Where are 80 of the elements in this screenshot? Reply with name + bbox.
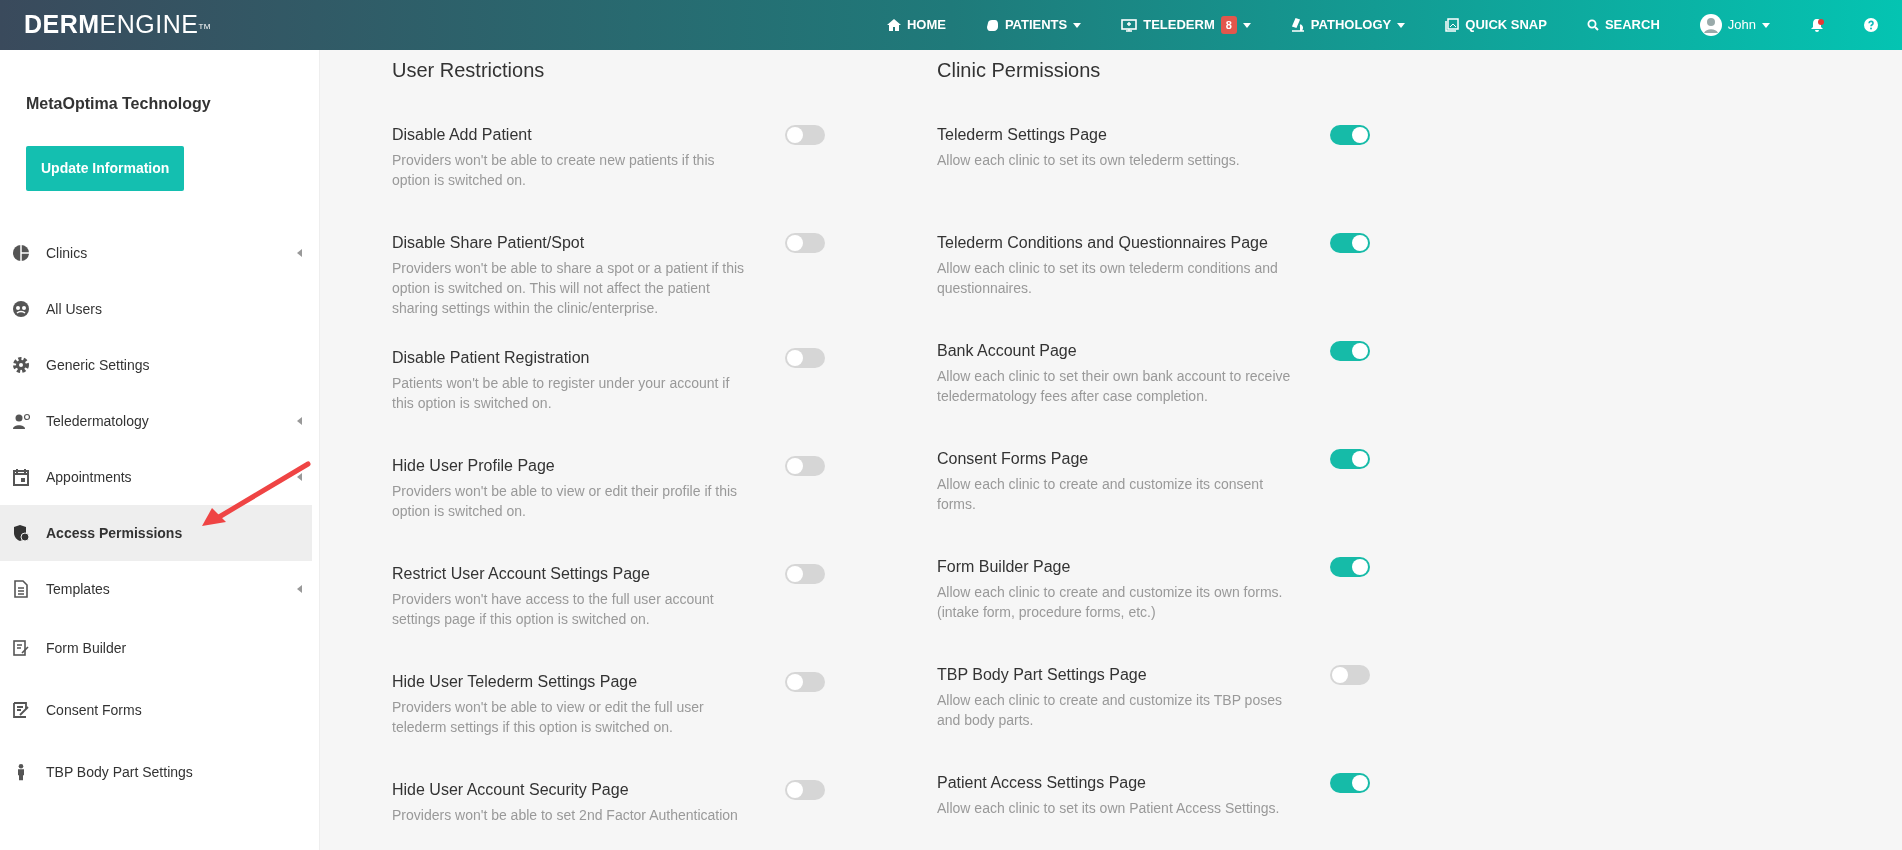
toggle-switch[interactable] bbox=[1330, 665, 1370, 685]
nav-link[interactable]: PATIENTS bbox=[985, 15, 1082, 35]
edit-document-icon bbox=[12, 639, 30, 657]
setting-description: Allow each clinic to set its own Patient Access Settings. bbox=[937, 799, 1281, 818]
section-heading: User Restrictions bbox=[392, 58, 546, 82]
setting-description: Allow each clinic to create and customize its consent forms. bbox=[937, 475, 1265, 514]
logo[interactable]: DERMENGINE$^{TM}$ bbox=[24, 6, 212, 44]
search-icon bbox=[1586, 19, 1599, 31]
sidebar-item[interactable]: TBP Body Part Settings bbox=[0, 741, 312, 803]
setting-title: Restrict User Account Settings Page bbox=[392, 564, 651, 584]
setting-description: Patients won't be able to register under your account if this option is switched on. bbox=[392, 374, 731, 413]
sidebar-item[interactable]: Appointments bbox=[0, 449, 312, 505]
setting-title: Hide User Profile Page bbox=[392, 456, 556, 476]
setting-description: Providers won't be able to view or edit the full user telederm settings if this option is switched on. bbox=[392, 698, 705, 737]
setting-description: Providers won't be able to create new patients if this option is switched on. bbox=[392, 151, 716, 190]
setting-title: Telederm Conditions and Questionnaires Page bbox=[937, 233, 1269, 253]
setting-description: Providers won't be able to share a spot or a patient if this option is switched on. This will not affect the patient sharing settings within the clinic/enterprise. bbox=[392, 259, 746, 318]
setting-title: Bank Account Page bbox=[937, 341, 1078, 361]
setting-title: Disable Add Patient bbox=[392, 125, 533, 145]
notification-badge: 8 bbox=[1220, 15, 1237, 35]
setting-description: Allow each clinic to set their own bank account to receive teledermatology fees after case completion. bbox=[937, 367, 1292, 406]
setting-description: Providers won't have access to the full user account settings page if this option is switched on. bbox=[392, 590, 715, 629]
toggle-switch[interactable] bbox=[785, 125, 825, 145]
toggle-switch[interactable] bbox=[1330, 557, 1370, 577]
image-icon bbox=[1445, 18, 1460, 32]
sidebar-item[interactable]: All Users bbox=[0, 281, 312, 337]
sidebar-item[interactable]: Access Permissions bbox=[0, 505, 312, 561]
toggle-switch[interactable] bbox=[1330, 125, 1370, 145]
microscope-icon bbox=[1290, 18, 1305, 32]
sidebar-item[interactable]: Teledermatology bbox=[0, 393, 312, 449]
toggle-switch[interactable] bbox=[785, 348, 825, 368]
pie-chart-icon bbox=[12, 244, 30, 262]
setting-title: Hide User Telederm Settings Page bbox=[392, 672, 639, 692]
document-icon bbox=[12, 580, 30, 598]
notification-bell[interactable] bbox=[1810, 17, 1824, 33]
nav-link[interactable]: HOME bbox=[886, 15, 946, 35]
toggle-switch[interactable] bbox=[1330, 449, 1370, 469]
setting-title: TBP Body Part Settings Page bbox=[937, 665, 1148, 685]
setting-description: Allow each clinic to set its own telederm settings. bbox=[937, 151, 1241, 170]
setting-title: Patient Access Settings Page bbox=[937, 773, 1147, 793]
setting-title: Form Builder Page bbox=[937, 557, 1072, 577]
toggle-switch[interactable] bbox=[1330, 341, 1370, 361]
sidebar-item[interactable]: Templates bbox=[0, 561, 312, 617]
avatar-icon bbox=[1699, 14, 1722, 36]
nav-link[interactable]: PATHOLOGY bbox=[1290, 15, 1406, 35]
toggle-switch[interactable] bbox=[785, 456, 825, 476]
person-icon bbox=[17, 763, 25, 781]
setting-title: Hide User Account Security Page bbox=[392, 780, 630, 800]
organization-name: MetaOptima Technology bbox=[25, 94, 212, 114]
setting-title: Telederm Settings Page bbox=[937, 125, 1108, 145]
toggle-switch[interactable] bbox=[785, 233, 825, 253]
calendar-icon bbox=[12, 468, 30, 486]
toggle-switch[interactable] bbox=[785, 564, 825, 584]
toggle-switch[interactable] bbox=[785, 780, 825, 800]
setting-description: Providers won't be able to set 2nd Factor Authentication bbox=[392, 806, 739, 825]
sidebar-item[interactable]: Consent Forms bbox=[0, 679, 312, 741]
home-icon bbox=[886, 19, 901, 31]
section-heading: Clinic Permissions bbox=[937, 58, 1102, 82]
setting-title: Disable Share Patient/Spot bbox=[392, 233, 586, 253]
shield-icon bbox=[12, 524, 30, 542]
doctor-icon bbox=[12, 412, 30, 430]
toggle-switch[interactable] bbox=[1330, 773, 1370, 793]
edit-form-icon bbox=[12, 701, 30, 719]
setting-description: Allow each clinic to set its own telederm conditions and questionnaires. bbox=[937, 259, 1279, 298]
help-icon bbox=[1864, 18, 1878, 32]
sidebar-item[interactable]: Clinics bbox=[0, 225, 312, 281]
toggle-switch[interactable] bbox=[1330, 233, 1370, 253]
toggle-switch[interactable] bbox=[785, 672, 825, 692]
bell-icon bbox=[1810, 17, 1824, 33]
help-button[interactable] bbox=[1864, 18, 1878, 32]
setting-description: Allow each clinic to create and customize its own forms. (intake form, procedure forms, etc.) bbox=[937, 583, 1284, 622]
setting-title: Disable Patient Registration bbox=[392, 348, 591, 368]
setting-title: Consent Forms Page bbox=[937, 449, 1090, 469]
sidebar-item[interactable]: Generic Settings bbox=[0, 337, 312, 393]
setting-description: Providers won't be able to view or edit their profile if this option is switched on. bbox=[392, 482, 739, 521]
monitor-icon bbox=[1121, 18, 1138, 32]
setting-description: Allow each clinic to create and customize its TBP poses and body parts. bbox=[937, 691, 1283, 730]
sidebar-item[interactable]: Form Builder bbox=[0, 617, 312, 679]
gear-icon bbox=[12, 356, 30, 374]
nav-link[interactable]: TELEDERM 8 bbox=[1121, 15, 1251, 35]
